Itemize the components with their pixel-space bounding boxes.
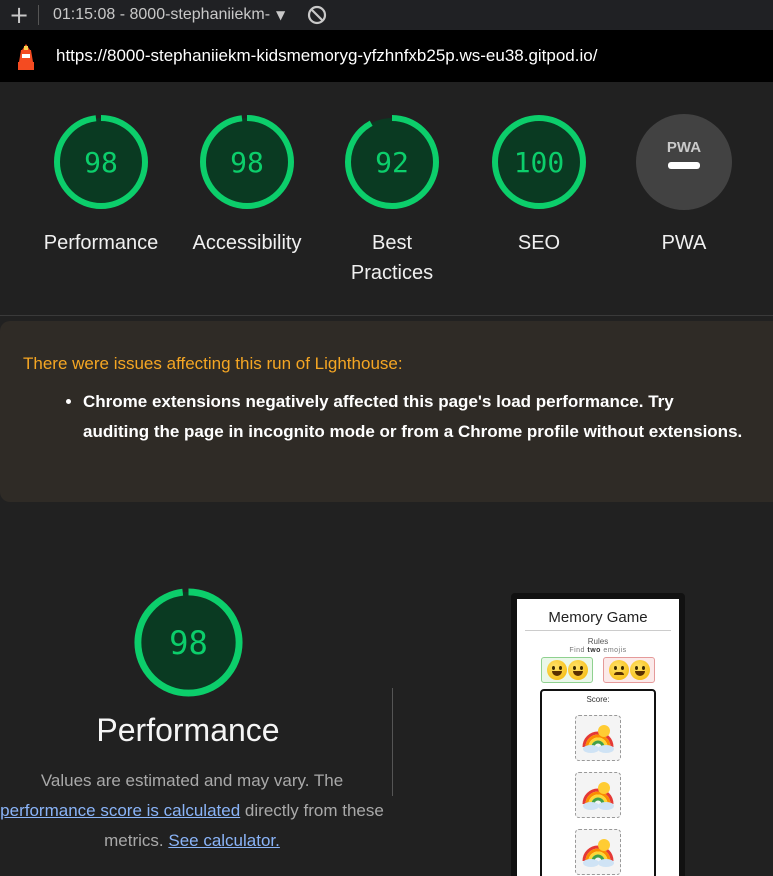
performance-heading: Performance — [96, 712, 280, 748]
vertical-divider — [392, 688, 393, 796]
performance-big-gauge: 98 — [134, 588, 243, 697]
gauge-performance[interactable]: 98 Performance — [31, 112, 171, 258]
non-matching-pair-example — [603, 657, 655, 683]
score-gauges: 98 Performance 98 Accessibility 92 Best … — [0, 82, 773, 315]
best-practices-gauge-ring: 92 — [345, 115, 439, 209]
description-text: Values are estimated and may vary. The — [40, 771, 344, 790]
performance-big-score: 98 — [169, 624, 208, 662]
card-back — [575, 829, 621, 875]
report-url[interactable]: https://8000-stephaniiekm-kidsmemoryg-yf… — [56, 46, 597, 66]
devtools-toolbar: + 01:15:08 - 8000-stephaniiekm- ▼ — [0, 0, 773, 30]
performance-description: Values are estimated and may vary. The p… — [0, 766, 402, 856]
game-board: Score: — [540, 689, 656, 876]
sad-face-icon — [608, 660, 629, 680]
pwa-badge-text: PWA — [667, 139, 701, 156]
matching-pair-example — [541, 657, 593, 683]
run-warnings: There were issues affecting this run of … — [0, 321, 773, 502]
no-entry-icon[interactable] — [307, 5, 327, 25]
score-label: Score: — [586, 695, 610, 704]
rules-emojis: emojis — [603, 647, 627, 654]
rainbow-cloud-icon — [582, 725, 614, 753]
smile-icon — [629, 660, 650, 680]
report-selector[interactable]: 01:15:08 - 8000-stephaniiekm- — [53, 6, 270, 24]
gauge-accessibility[interactable]: 98 Accessibility — [177, 112, 317, 258]
accessibility-score: 98 — [230, 146, 264, 179]
pwa-badge-icon: PWA — [636, 114, 732, 210]
performance-gauge-ring: 98 — [54, 115, 148, 209]
final-screenshot[interactable]: Memory Game Rules Find two emojis Score: — [511, 593, 685, 876]
rules-text: Find two emojis — [517, 647, 679, 654]
pwa-label: PWA — [661, 232, 707, 254]
seo-gauge-ring: 100 — [492, 115, 586, 209]
score-calculation-link[interactable]: performance score is calculated — [0, 801, 240, 820]
seo-score: 100 — [514, 146, 565, 179]
performance-score: 98 — [84, 146, 118, 179]
title-underline — [525, 630, 671, 631]
rules-two: two — [587, 647, 601, 654]
card-back — [575, 715, 621, 761]
lighthouse-icon — [14, 42, 38, 70]
performance-label: Performance — [43, 232, 159, 254]
section-divider — [0, 315, 773, 316]
memory-game-title: Memory Game — [548, 609, 648, 626]
rainbow-cloud-icon — [582, 839, 614, 867]
card-back — [575, 772, 621, 818]
gauge-pwa[interactable]: PWA PWA — [614, 112, 754, 258]
smile-icon — [546, 660, 567, 680]
report-url-bar: https://8000-stephaniiekm-kidsmemoryg-yf… — [0, 30, 773, 82]
smile-icon — [567, 660, 588, 680]
emoji-examples — [517, 657, 679, 683]
rainbow-cloud-icon — [582, 782, 614, 810]
accessibility-gauge-ring: 98 — [200, 115, 294, 209]
best-practices-score: 92 — [375, 146, 409, 179]
gauge-best-practices[interactable]: 92 Best Practices — [322, 112, 462, 288]
rules-find: Find — [569, 647, 585, 654]
caret-down-icon[interactable]: ▼ — [276, 8, 285, 22]
best-practices-label: Best Practices — [350, 232, 434, 284]
new-report-button[interactable]: + — [0, 0, 38, 30]
see-calculator-link[interactable]: See calculator. — [168, 831, 280, 850]
warning-list: Chrome extensions negatively affected th… — [64, 387, 743, 447]
seo-label: SEO — [517, 232, 561, 254]
warning-title: There were issues affecting this run of … — [23, 354, 403, 373]
toolbar-divider — [38, 5, 39, 25]
rules-heading: Rules — [587, 637, 609, 646]
screenshot-page: Memory Game Rules Find two emojis Score: — [517, 599, 679, 876]
warning-item: Chrome extensions negatively affected th… — [83, 387, 743, 447]
gauge-seo[interactable]: 100 SEO — [469, 112, 609, 258]
accessibility-label: Accessibility — [192, 232, 302, 254]
